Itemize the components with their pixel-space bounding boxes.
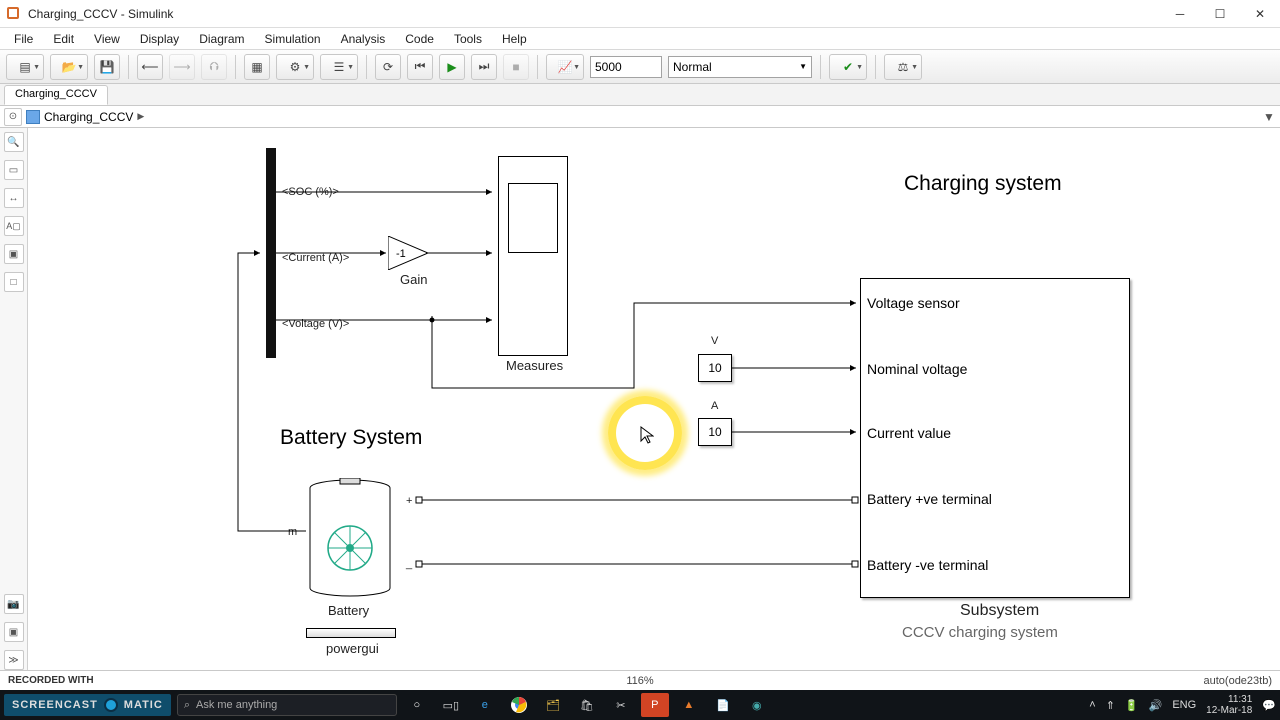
pan-button[interactable]: ↔ [4,188,24,208]
tray-battery-icon[interactable]: 🔋 [1125,699,1139,712]
run-button[interactable]: ▶ [439,54,465,80]
data-inspector-button[interactable]: 📈▼ [546,54,584,80]
breadcrumb-dropdown[interactable]: ▼ [1262,110,1276,124]
tray-wifi-icon[interactable]: ⇑ [1106,699,1115,712]
palette: 🔍 ▭ ↔ A▢ ▣ □ 📷 ▣ ≫ [0,128,28,670]
menu-code[interactable]: Code [395,30,444,48]
scm-text-1: SCREENCAST [12,699,98,711]
recorded-label: RECORDED WITH [8,675,94,686]
matlab-icon[interactable]: ▲ [675,693,703,717]
store-icon[interactable]: 🛍 [573,693,601,717]
zoom-level: 116% [626,675,653,687]
screencast-badge: SCREENCAST MATIC [4,694,171,716]
separator [537,55,538,79]
toolbar: ▤▼ 📂▼ 💾 ⟵ ⟶ ⮉ ▦ ⚙▼ ☰▼ ⟳ ⏮ ▶ ⏭ ■ 📈▼ Norma… [0,50,1280,84]
explorer-bar: ⊙ Charging_CCCV ▶ ▼ [0,106,1280,128]
build-button[interactable]: ⚖▼ [884,54,922,80]
forward-button[interactable]: ⟶ [169,54,195,80]
minimize-button[interactable]: ─ [1166,4,1194,24]
window-title: Charging_CCCV - Simulink [28,7,1166,21]
model-config-button[interactable]: ⚙▼ [276,54,314,80]
menu-simulation[interactable]: Simulation [255,30,331,48]
tray-lang[interactable]: ENG [1172,699,1196,711]
tray-volume-icon[interactable]: 🔊 [1149,699,1163,712]
image-button[interactable]: ▣ [4,244,24,264]
search-placeholder: Ask me anything [196,699,277,711]
close-button[interactable]: ✕ [1246,4,1274,24]
collapse-button[interactable]: ≫ [4,650,24,670]
menu-file[interactable]: File [4,30,43,48]
tray-up-icon[interactable]: ˄ [1089,699,1095,711]
app-icon [6,6,22,22]
snip-icon[interactable]: ✂ [607,693,635,717]
separator [366,55,367,79]
zoom-button[interactable]: 🔍 [4,132,24,152]
menu-diagram[interactable]: Diagram [189,30,254,48]
wires [28,128,1278,670]
library-browser-button[interactable]: ▦ [244,54,270,80]
menu-edit[interactable]: Edit [43,30,84,48]
edge-icon[interactable]: e [471,693,499,717]
separator [875,55,876,79]
sim-mode-label: Normal [673,60,712,74]
model-icon [26,110,40,124]
scm-dot-icon [104,698,118,712]
model-canvas[interactable]: <SOC (%)> <Current (A)> <Voltage (V)> -1… [28,128,1280,670]
tray-notifications-icon[interactable]: 💬 [1262,699,1276,712]
step-forward-button[interactable]: ⏭ [471,54,497,80]
breadcrumb[interactable]: Charging_CCCV [44,110,133,124]
menu-help[interactable]: Help [492,30,537,48]
step-back-button[interactable]: ⏮ [407,54,433,80]
new-model-button[interactable]: ▤▼ [6,54,44,80]
task-view-icon[interactable]: ▭▯ [437,693,465,717]
separator [820,55,821,79]
separator [235,55,236,79]
back-button[interactable]: ⟵ [137,54,163,80]
stop-time-input[interactable] [590,56,662,78]
scm-text-2: MATIC [124,699,163,711]
screenshot-button[interactable]: 📷 [4,594,24,614]
cortana-icon[interactable]: ○ [403,693,431,717]
menu-tools[interactable]: Tools [444,30,492,48]
maximize-button[interactable]: ☐ [1206,4,1234,24]
save-button[interactable]: 💾 [94,54,120,80]
solver-label: auto(ode23tb) [1204,675,1273,687]
chrome-icon[interactable] [505,693,533,717]
annotation-button[interactable]: A▢ [4,216,24,236]
menu-view[interactable]: View [84,30,130,48]
notepad-icon[interactable]: 📄 [709,693,737,717]
tray-clock[interactable]: 11:31 12-Mar-18 [1206,694,1252,716]
search-icon: ⌕ [184,699,190,712]
tray-time: 11:31 [1206,694,1252,705]
stop-button[interactable]: ■ [503,54,529,80]
taskbar-search[interactable]: ⌕ Ask me anything [177,694,397,716]
window-titlebar: Charging_CCCV - Simulink ─ ☐ ✕ [0,0,1280,28]
taskbar: SCREENCAST MATIC ⌕ Ask me anything ○ ▭▯ … [0,690,1280,720]
open-button[interactable]: 📂▼ [50,54,88,80]
fit-button[interactable]: ▭ [4,160,24,180]
up-button[interactable]: ⮉ [201,54,227,80]
tray-date: 12-Mar-18 [1206,705,1252,716]
breadcrumb-arrow-icon[interactable]: ▶ [137,111,144,122]
groove-icon[interactable]: ◉ [743,693,771,717]
update-diagram-button[interactable]: ⟳ [375,54,401,80]
menu-display[interactable]: Display [130,30,189,48]
model-tabstrip: Charging_CCCV [0,84,1280,106]
model-explorer-button[interactable]: ☰▼ [320,54,358,80]
model-tab[interactable]: Charging_CCCV [4,85,108,105]
menu-analysis[interactable]: Analysis [331,30,396,48]
area-button[interactable]: □ [4,272,24,292]
separator [128,55,129,79]
record-button[interactable]: ▣ [4,622,24,642]
hide-browser-button[interactable]: ⊙ [4,108,22,126]
status-bar: RECORDED WITH 116% auto(ode23tb) [0,670,1280,690]
sim-mode-dropdown[interactable]: Normal▼ [668,56,812,78]
powerpoint-icon[interactable]: P [641,693,669,717]
check-button[interactable]: ✔▼ [829,54,867,80]
system-tray: ˄ ⇑ 🔋 🔊 ENG 11:31 12-Mar-18 💬 [1089,694,1276,716]
menu-bar: File Edit View Display Diagram Simulatio… [0,28,1280,50]
file-explorer-icon[interactable]: 🗂 [539,693,567,717]
